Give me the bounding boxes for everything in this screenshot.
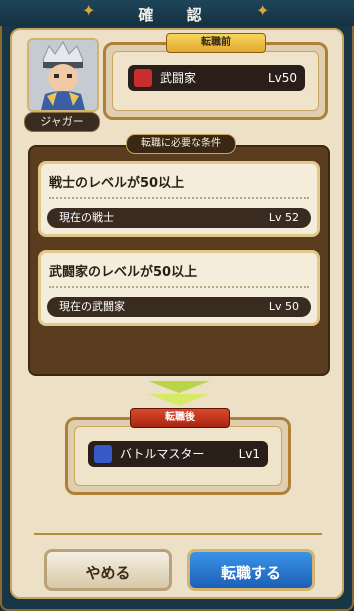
cancel-button[interactable]: やめる	[44, 549, 172, 591]
condition-status: 現在の武闘家 Lv 50	[47, 297, 311, 317]
after-badge: 転職後	[130, 408, 230, 428]
conditions-header: 転職に必要な条件	[126, 134, 236, 154]
dialog-title: 確 認	[138, 6, 216, 24]
down-arrow-icon	[148, 381, 210, 393]
condition-item: 戦士のレベルが50以上 現在の戦士 Lv 52	[38, 161, 320, 237]
condition-status-label: 現在の戦士	[59, 211, 114, 224]
condition-status-value: Lv 50	[268, 300, 299, 313]
ornament-right-icon: ✦	[256, 1, 270, 20]
condition-status-value: Lv 52	[268, 211, 299, 224]
before-badge: 転職前	[166, 33, 266, 53]
current-job-name: 武闘家	[160, 71, 197, 85]
down-arrow-icon	[148, 394, 210, 406]
new-job-level: Lv1	[238, 447, 260, 461]
character-name: ジャガー	[24, 112, 100, 132]
character-avatar	[27, 38, 99, 112]
divider	[34, 533, 322, 535]
condition-text: 武闘家のレベルが50以上	[49, 265, 198, 280]
current-job-level: Lv50	[267, 71, 297, 85]
confirm-job-change-button[interactable]: 転職する	[187, 549, 315, 591]
condition-item: 武闘家のレベルが50以上 現在の武闘家 Lv 50	[38, 250, 320, 326]
condition-status: 現在の戦士 Lv 52	[47, 208, 311, 228]
character-portrait-icon	[29, 40, 97, 110]
condition-status-label: 現在の武闘家	[59, 300, 125, 313]
fighter-job-icon	[134, 69, 152, 87]
current-job-bar: 武闘家 Lv50	[128, 65, 305, 91]
new-job-name: バトルマスター	[120, 447, 205, 461]
condition-text: 戦士のレベルが50以上	[49, 176, 185, 191]
dialog-header: ✦ 確 認 ✦	[0, 0, 354, 26]
new-job-bar: バトルマスター Lv1	[88, 441, 268, 467]
battle-master-job-icon	[94, 445, 112, 463]
